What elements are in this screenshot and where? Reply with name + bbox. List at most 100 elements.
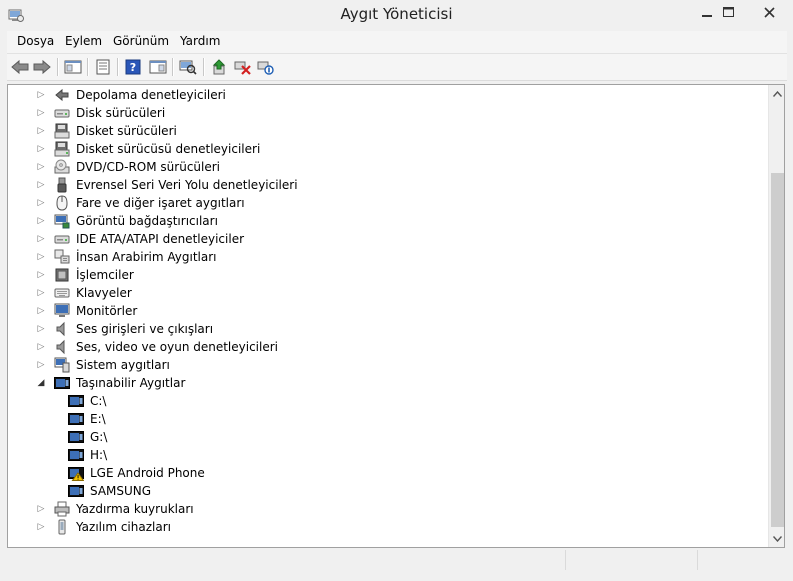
vertical-scrollbar[interactable] (768, 85, 784, 547)
collapsed-arrow-icon[interactable]: ▷ (36, 284, 46, 302)
uninstall-icon (234, 61, 251, 75)
show-hide-console-tree-button[interactable] (63, 57, 83, 77)
processor-icon (55, 268, 69, 282)
tree-device-row[interactable]: C:\ (68, 392, 106, 410)
toolbar-separator (117, 58, 119, 76)
tree-category-row[interactable]: ▷ Görüntü bağdaştırıcıları (36, 212, 218, 230)
back-button[interactable] (10, 57, 30, 77)
tree-device-row[interactable]: G:\ (68, 428, 107, 446)
collapsed-arrow-icon[interactable]: ▷ (36, 104, 46, 122)
collapsed-arrow-icon[interactable]: ▷ (36, 140, 46, 158)
status-cell-3 (697, 550, 788, 570)
properties-button[interactable] (93, 57, 113, 77)
tree-category-row[interactable]: ▷ IDE ATA/ATAPI denetleyiciler (36, 230, 244, 248)
tree-device-label: C:\ (90, 394, 107, 408)
portable-device-icon (68, 395, 84, 407)
tree-device-row[interactable]: E:\ (68, 410, 106, 428)
tree-category-label: Disket sürücüsü denetleyicileri (76, 142, 261, 156)
tree-category-row[interactable]: ▷ Yazılım cihazları (36, 518, 171, 536)
arrow-right-icon (33, 59, 51, 75)
help-button[interactable]: ? (123, 57, 143, 77)
arrow-left-icon (11, 59, 29, 75)
tree-category-row[interactable]: ▷ Monitörler (36, 302, 137, 320)
mouse-icon (56, 195, 68, 211)
scroll-down-button[interactable] (769, 530, 784, 547)
collapsed-arrow-icon[interactable]: ▷ (36, 122, 46, 140)
uninstall-device-button[interactable] (233, 57, 253, 77)
usb-icon (57, 177, 67, 193)
tree-category-row[interactable]: ▷ İşlemciler (36, 266, 134, 284)
tree-category-row[interactable]: ▷ İnsan Arabirim Aygıtları (36, 248, 217, 266)
tree-category-row[interactable]: ▷ Disk sürücüleri (36, 104, 166, 122)
close-button[interactable] (746, 0, 792, 24)
tree-category-row[interactable]: ▷ Disket sürücüleri (36, 122, 177, 140)
monitor-icon (54, 303, 70, 317)
tree-device-row[interactable]: H:\ (68, 446, 107, 464)
collapsed-arrow-icon[interactable]: ▷ (36, 266, 46, 284)
toolbar-separator (203, 58, 205, 76)
collapsed-arrow-icon[interactable]: ▷ (36, 158, 46, 176)
tree-device-label: H:\ (90, 448, 108, 462)
collapsed-arrow-icon[interactable]: ▷ (36, 518, 46, 536)
tree-category-label: İşlemciler (76, 268, 134, 282)
forward-button[interactable] (32, 57, 52, 77)
portable-device-icon (54, 377, 70, 389)
tree-category-label: Sistem aygıtları (76, 358, 170, 372)
portable-device-icon (68, 431, 84, 443)
storage-controller-icon (55, 88, 69, 102)
tree-device-label: E:\ (90, 412, 106, 426)
speaker-icon (56, 339, 65, 355)
collapsed-arrow-icon[interactable]: ▷ (36, 230, 46, 248)
tree-category-row[interactable]: ▷ DVD/CD-ROM sürücüleri (36, 158, 220, 176)
tree-category-row[interactable]: ▷ Klavyeler (36, 284, 132, 302)
collapsed-arrow-icon[interactable]: ▷ (36, 86, 46, 104)
keyboard-icon (54, 288, 70, 298)
tree-category-row[interactable]: ▷ Sistem aygıtları (36, 356, 170, 374)
collapsed-arrow-icon[interactable]: ▷ (36, 302, 46, 320)
status-cell-2 (565, 550, 698, 570)
close-icon (763, 6, 775, 18)
svg-text:?: ? (130, 61, 136, 74)
window-title: Aygıt Yöneticisi (340, 5, 453, 23)
status-bar (7, 549, 787, 571)
collapsed-arrow-icon[interactable]: ▷ (36, 320, 46, 338)
collapsed-arrow-icon[interactable]: ▷ (36, 338, 46, 356)
collapsed-arrow-icon[interactable]: ▷ (36, 500, 46, 518)
tree-category-row[interactable]: ▷ Ses, video ve oyun denetleyicileri (36, 338, 278, 356)
collapsed-arrow-icon[interactable]: ▷ (36, 212, 46, 230)
collapsed-arrow-icon[interactable]: ▷ (36, 194, 46, 212)
tree-device-row[interactable]: LGE Android Phone (68, 464, 205, 482)
menu-view[interactable]: Görünüm (113, 34, 169, 48)
tree-device-row[interactable]: SAMSUNG (68, 482, 151, 500)
title-bar[interactable]: Aygıt Yöneticisi (0, 0, 793, 31)
tree-device-label: G:\ (90, 430, 108, 444)
tree-category-row[interactable]: ▷ Evrensel Seri Veri Yolu denetleyicileri (36, 176, 298, 194)
tree-category-row[interactable]: ▷ Yazdırma kuyrukları (36, 500, 194, 518)
tree-category-row[interactable]: ◢ Taşınabilir Aygıtlar (36, 374, 186, 392)
tree-category-row[interactable]: ▷ Fare ve diğer işaret aygıtları (36, 194, 245, 212)
scrollbar-thumb[interactable] (771, 173, 784, 527)
update-driver-button[interactable] (210, 57, 230, 77)
tree-category-label: Monitörler (76, 304, 138, 318)
tree-category-label: DVD/CD-ROM sürücüleri (76, 160, 221, 174)
collapsed-arrow-icon[interactable]: ▷ (36, 176, 46, 194)
menu-file[interactable]: Dosya (17, 34, 54, 48)
chevron-up-icon (773, 90, 782, 97)
collapsed-arrow-icon[interactable]: ▷ (36, 356, 46, 374)
scan-hardware-button[interactable] (178, 57, 198, 77)
tree-category-row[interactable]: ▷ Disket sürücüsü denetleyicileri (36, 140, 260, 158)
tree-category-row[interactable]: ▷ Ses girişleri ve çıkışları (36, 320, 213, 338)
maximize-button[interactable] (710, 0, 746, 24)
disable-device-button[interactable] (256, 57, 276, 77)
portable-device-icon (68, 413, 84, 425)
scroll-up-button[interactable] (769, 85, 784, 102)
menu-action[interactable]: Eylem (65, 34, 102, 48)
show-hide-action-pane-button[interactable] (148, 57, 168, 77)
expanded-arrow-icon[interactable]: ◢ (36, 374, 46, 392)
ide-controller-icon (54, 235, 70, 244)
tree-category-label: Disket sürücüleri (76, 124, 177, 138)
printer-icon (54, 501, 70, 517)
collapsed-arrow-icon[interactable]: ▷ (36, 248, 46, 266)
tree-category-row[interactable]: ▷ Depolama denetleyicileri (36, 86, 226, 104)
menu-help[interactable]: Yardım (180, 34, 220, 48)
